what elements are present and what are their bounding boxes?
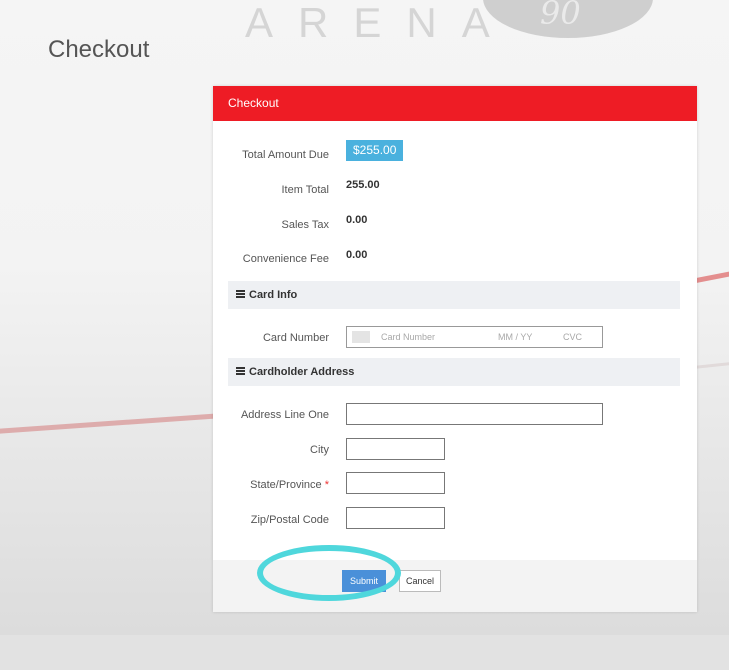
cardholder-address-section-header: Cardholder Address <box>228 358 680 386</box>
menu-lines-icon <box>236 290 245 298</box>
card-expiry-placeholder[interactable]: MM / YY <box>498 332 532 342</box>
submit-button[interactable]: Submit <box>342 570 386 592</box>
checkout-card-title: Checkout <box>228 96 279 110</box>
form-actions-bar <box>213 560 697 612</box>
card-info-section-header: Card Info <box>228 281 680 309</box>
city-input[interactable] <box>346 438 445 460</box>
page-title: Checkout <box>48 36 150 63</box>
state-province-input[interactable] <box>346 472 445 494</box>
background-emblem-text: 90 <box>540 0 581 32</box>
total-amount-badge: $255.00 <box>346 140 404 161</box>
item-total-value: 255.00 <box>346 179 380 191</box>
card-number-label: Card Number <box>262 332 329 344</box>
checkout-card-header: Checkout <box>213 86 697 121</box>
background-band <box>0 635 729 670</box>
cancel-button[interactable]: Cancel <box>399 570 441 592</box>
sales-tax-value: 0.00 <box>346 214 368 226</box>
credit-card-icon <box>352 331 370 343</box>
background-arena-text: ARENA <box>245 0 515 46</box>
card-number-input[interactable]: Card Number MM / YY CVC <box>346 326 603 348</box>
sales-tax-label: Sales Tax <box>281 219 330 231</box>
required-marker: * <box>324 479 329 491</box>
state-province-label-text: State/Province <box>250 479 322 491</box>
convenience-fee-label: Convenience Fee <box>242 253 329 265</box>
total-amount-label: Total Amount Due <box>242 149 329 161</box>
convenience-fee-value: 0.00 <box>346 249 368 261</box>
state-province-label: State/Province * <box>213 479 329 491</box>
checkout-card: Checkout Total Amount Due $255.00 Item T… <box>213 86 697 612</box>
zip-postal-code-label: Zip/Postal Code <box>250 514 329 526</box>
cardholder-address-section-title: Cardholder Address <box>249 366 355 378</box>
background-stripe <box>0 411 240 435</box>
card-info-section-title: Card Info <box>249 289 298 301</box>
address-line-one-input[interactable] <box>346 403 603 425</box>
zip-postal-code-input[interactable] <box>346 507 445 529</box>
item-total-label: Item Total <box>281 184 330 196</box>
menu-lines-icon <box>236 367 245 375</box>
card-number-placeholder[interactable]: Card Number <box>381 332 435 342</box>
city-label: City <box>310 444 329 456</box>
card-cvc-placeholder[interactable]: CVC <box>563 332 582 342</box>
address-line-one-label: Address Line One <box>240 409 329 421</box>
